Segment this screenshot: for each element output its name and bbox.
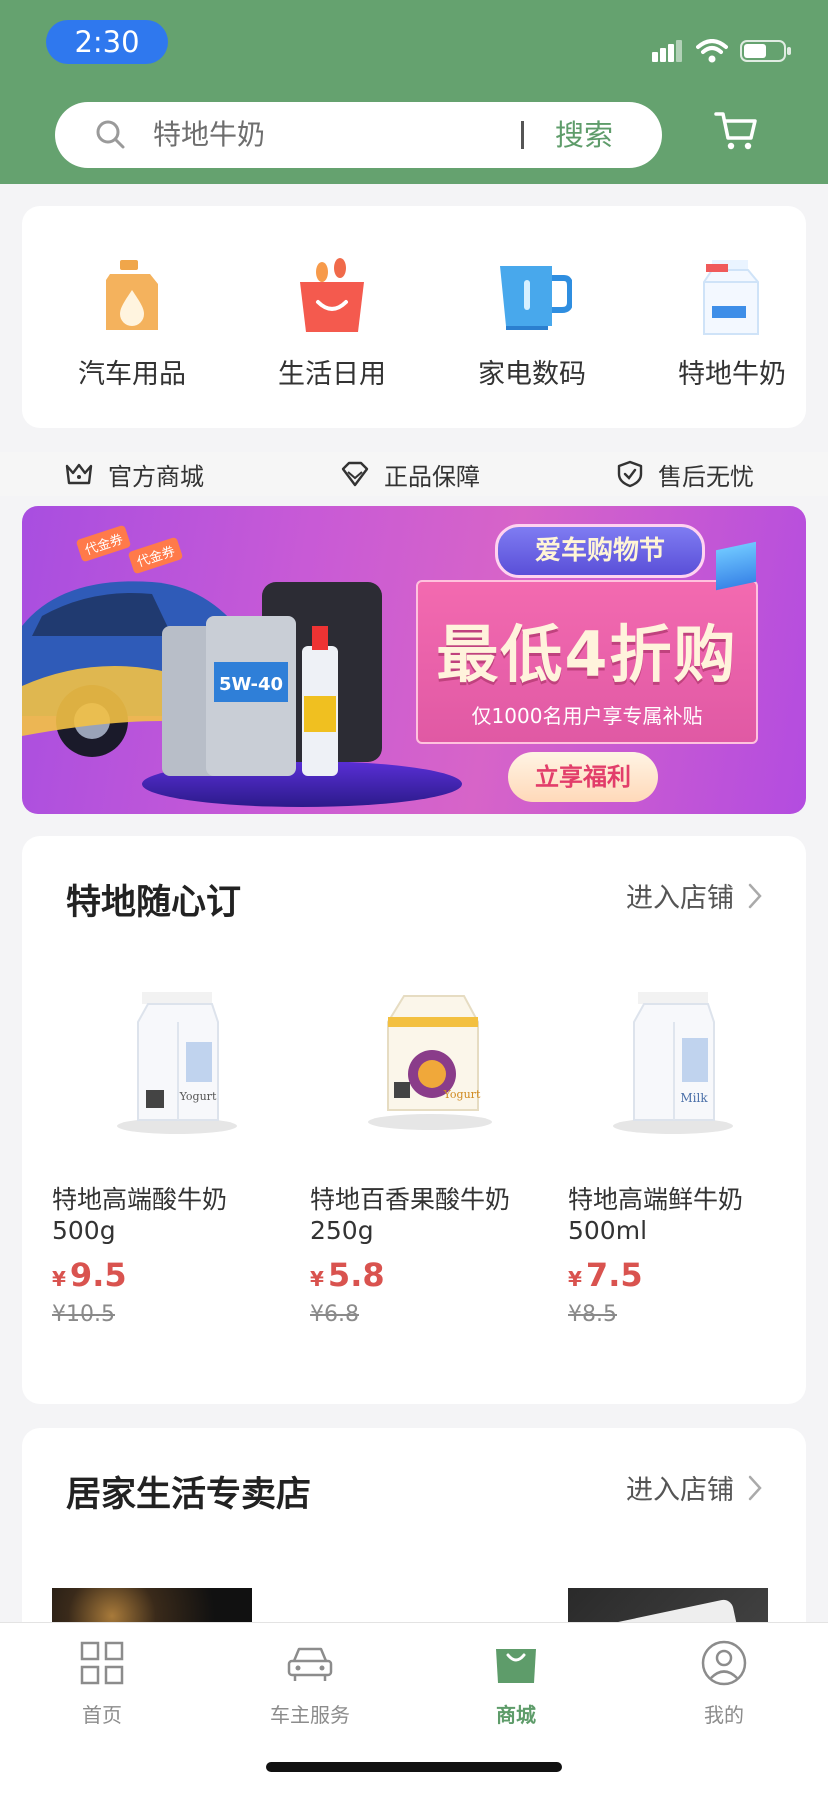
- category-label: 生活日用: [278, 359, 386, 390]
- banner-subline: 仅1000名用户享专属补贴: [471, 704, 703, 728]
- tab-mall[interactable]: 商城: [446, 1639, 586, 1728]
- battery-icon: [740, 40, 791, 62]
- product-name: 特地百香果酸牛奶250g: [310, 1185, 511, 1245]
- category-daily-life[interactable]: 生活日用: [252, 256, 412, 391]
- status-icons: [652, 36, 792, 66]
- original-price: ¥8.5: [568, 1302, 617, 1327]
- tab-car-owner-services[interactable]: 车主服务: [240, 1639, 380, 1728]
- guarantee-official: 官方商城: [64, 452, 204, 496]
- crown-icon: [65, 463, 93, 485]
- product-card[interactable]: Milk 特地高端鲜牛奶500ml ¥7.5 ¥8.5: [568, 986, 768, 1327]
- tab-me[interactable]: 我的: [654, 1639, 794, 1728]
- oil-bottles-illustration: 5W-40: [162, 582, 382, 776]
- banner-panel: 最低4折购 仅1000名用户享专属补贴: [416, 580, 758, 744]
- diamond-icon: [341, 461, 369, 487]
- oil-grade-label: 5W-40: [219, 674, 283, 695]
- guarantee-label: 官方商城: [108, 462, 204, 491]
- shield-check-icon: [617, 460, 643, 488]
- milk-carton-icon: [692, 256, 772, 336]
- banner-headline: 最低4折购: [436, 618, 738, 691]
- carton-label: Milk: [680, 1091, 708, 1105]
- grid-icon: [80, 1641, 124, 1685]
- chevron-right-icon: [748, 1475, 762, 1500]
- oil-can-icon: [92, 256, 172, 336]
- yogurt-carton-image: Yogurt: [82, 986, 272, 1146]
- price-value: 5.8: [327, 1256, 385, 1294]
- category-card: 汽车用品 生活日用 家电数码 特地牛奶: [22, 206, 806, 428]
- top-header: 2:30 特地牛奶 搜索: [0, 0, 828, 184]
- passionfruit-yogurt-carton-image: Yogurt: [340, 986, 530, 1146]
- guarantee-authentic: 正品保障: [340, 452, 480, 496]
- shopping-bag-icon: [292, 256, 372, 336]
- original-price: ¥10.5: [52, 1302, 115, 1327]
- currency-symbol: ¥: [52, 1267, 66, 1291]
- banner-tag: 爱车购物节: [495, 524, 705, 578]
- store-title: 特地随心订: [66, 883, 242, 923]
- product-price: ¥9.5: [52, 1256, 252, 1294]
- tab-home[interactable]: 首页: [32, 1639, 172, 1728]
- store-title: 居家生活专卖店: [66, 1475, 312, 1515]
- product-name: 特地高端鲜牛奶500ml: [568, 1185, 744, 1245]
- product-price: ¥5.8: [310, 1256, 510, 1294]
- home-indicator[interactable]: [266, 1762, 562, 1772]
- price-value: 9.5: [69, 1256, 127, 1294]
- user-icon: [701, 1640, 747, 1686]
- milk-carton-image: Milk: [598, 986, 788, 1146]
- status-time: 2:30: [46, 20, 168, 64]
- search-icon: [96, 120, 125, 149]
- carton-label: Yogurt: [443, 1088, 481, 1101]
- search-bar[interactable]: 特地牛奶 搜索: [55, 102, 662, 168]
- kettle-icon: [492, 256, 573, 336]
- category-car-supplies[interactable]: 汽车用品: [52, 256, 212, 391]
- category-label: 汽车用品: [78, 359, 186, 390]
- product-name: 特地高端酸牛奶500g: [52, 1185, 228, 1245]
- product-card[interactable]: Yogurt 特地百香果酸牛奶250g ¥5.8 ¥6.8: [310, 986, 510, 1327]
- tab-label: 我的: [704, 1703, 744, 1727]
- tab-label: 车主服务: [270, 1703, 350, 1727]
- product-card[interactable]: Yogurt 特地高端酸牛奶500g ¥9.5 ¥10.5: [52, 986, 252, 1327]
- cart-icon[interactable]: [714, 108, 758, 152]
- currency-symbol: ¥: [568, 1267, 582, 1291]
- car-icon: [287, 1647, 333, 1681]
- guarantee-label: 正品保障: [384, 462, 480, 491]
- carton-label: Yogurt: [179, 1090, 217, 1103]
- guarantee-strip: 官方商城 正品保障 售后无忧: [0, 452, 828, 496]
- store-card-tedi: 特地随心订 进入店铺 Yogurt 特地高端酸牛奶500g ¥9.5 ¥10.5: [22, 836, 806, 1404]
- search-button[interactable]: 搜索: [555, 102, 613, 168]
- search-input[interactable]: 特地牛奶: [153, 102, 265, 168]
- product-price: ¥7.5: [568, 1256, 768, 1294]
- tab-label: 首页: [82, 1703, 122, 1727]
- banner-cta-button[interactable]: 立享福利: [508, 752, 658, 802]
- enter-store-label: 进入店铺: [626, 883, 734, 914]
- guarantee-after-sales: 售后无忧: [616, 452, 754, 496]
- guarantee-label: 售后无忧: [658, 462, 754, 491]
- price-value: 7.5: [585, 1256, 643, 1294]
- wifi-icon: [696, 39, 728, 63]
- category-label: 家电数码: [478, 359, 586, 390]
- tab-label: 商城: [496, 1703, 536, 1727]
- promo-banner[interactable]: 代金券 代金券 5W-40 爱车购物节 最低4折购 仅1000名用户享专属补贴 …: [22, 506, 806, 814]
- original-price: ¥6.8: [310, 1302, 359, 1327]
- search-divider: [521, 121, 524, 149]
- category-label: 特地牛奶: [678, 359, 786, 390]
- cellular-signal-icon: [652, 40, 682, 62]
- category-tedi-milk[interactable]: 特地牛奶: [652, 256, 812, 391]
- enter-store-label: 进入店铺: [626, 1475, 734, 1506]
- currency-symbol: ¥: [310, 1267, 324, 1291]
- mall-bag-icon: [496, 1649, 536, 1683]
- chevron-right-icon: [748, 883, 762, 908]
- category-appliances[interactable]: 家电数码: [452, 256, 612, 391]
- enter-store-link[interactable]: 进入店铺: [626, 1468, 762, 1507]
- banner-cube-decoration: [716, 541, 756, 591]
- enter-store-link[interactable]: 进入店铺: [626, 876, 762, 915]
